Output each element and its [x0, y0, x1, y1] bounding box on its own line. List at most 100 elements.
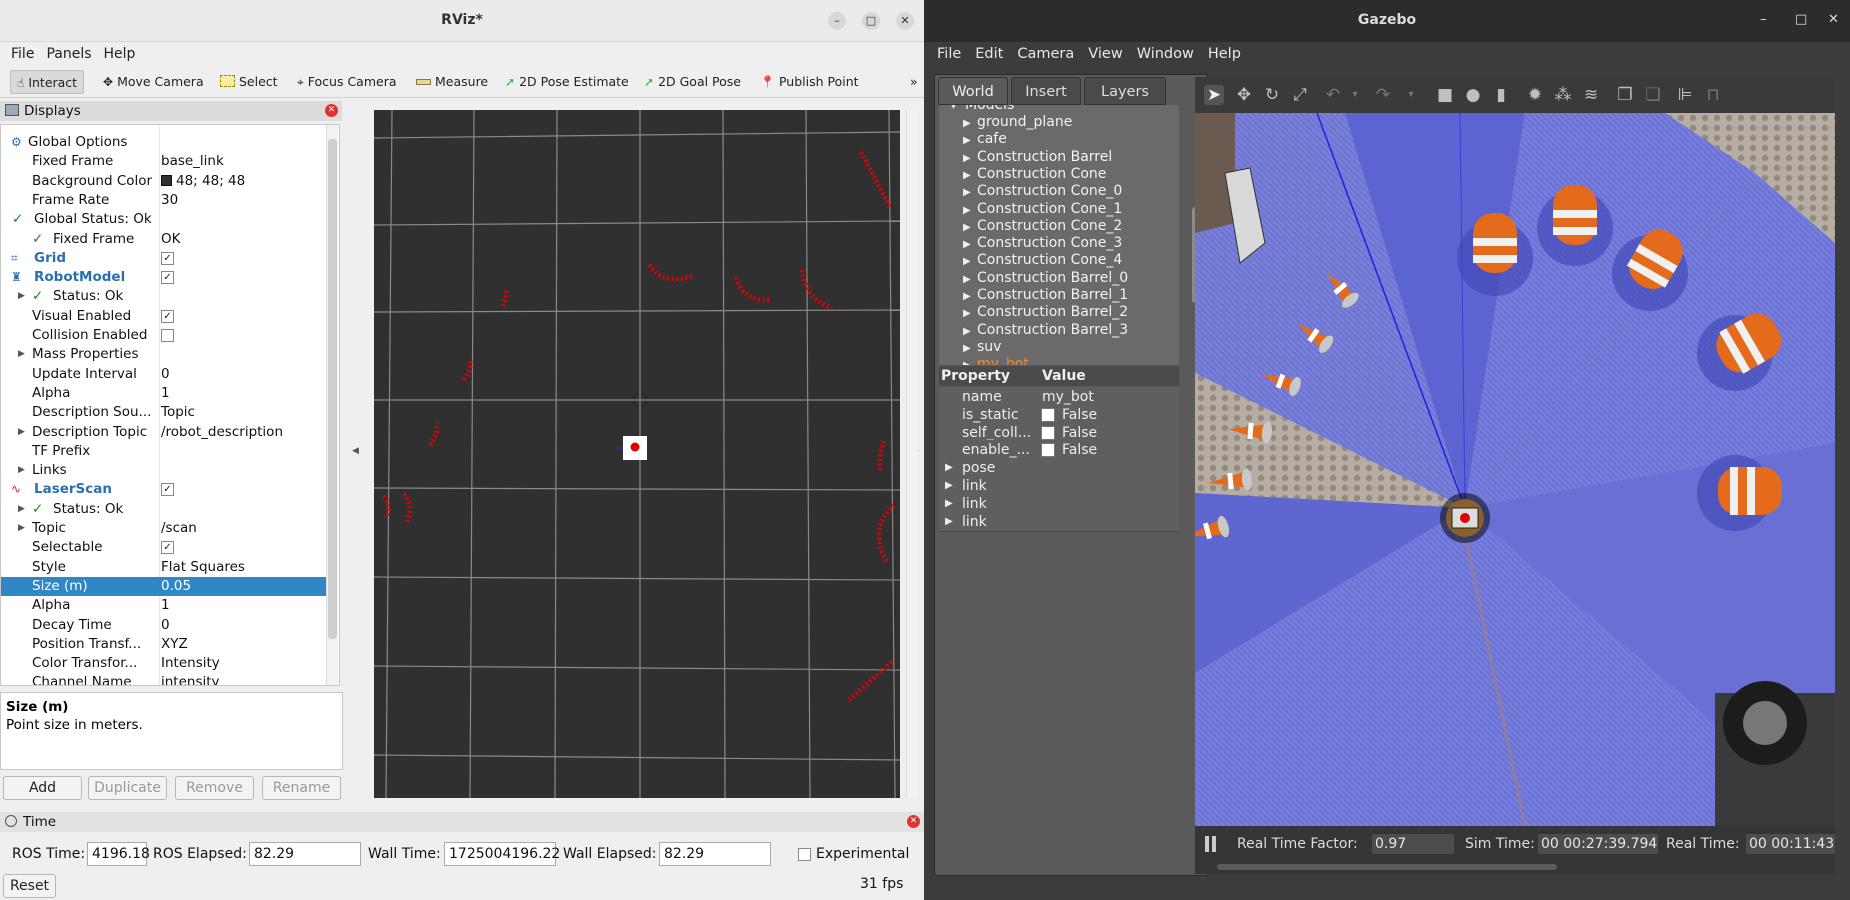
tool-focus-camera[interactable]: ⌖ Focus Camera [297, 70, 397, 94]
display-row[interactable]: Style Flat Squares [1, 558, 329, 577]
checkbox[interactable]: ✓ [161, 251, 174, 265]
translate-icon[interactable]: ✥ [1234, 85, 1254, 105]
ros-time-field[interactable]: 4196.18 [87, 842, 150, 866]
expand-arrow-icon[interactable]: ▶ [963, 115, 977, 132]
display-row-value[interactable]: 1 [161, 385, 170, 401]
expand-arrow-icon[interactable]: ▶ [963, 357, 977, 365]
tree-item[interactable]: ▶ Construction Barrel_2 [963, 304, 1128, 321]
property-checkbox[interactable] [1041, 443, 1055, 458]
expand-arrow-icon[interactable]: ▶ [963, 132, 977, 149]
snap-icon[interactable]: ⊓ [1703, 85, 1723, 105]
checkbox[interactable]: ✓ [161, 271, 174, 285]
property-checkbox[interactable] [1041, 407, 1055, 422]
checkbox[interactable]: ✓ [161, 541, 174, 555]
displays-close-icon[interactable]: ✕ [325, 104, 338, 117]
display-row-value[interactable]: /robot_description [161, 424, 283, 440]
display-row[interactable]: ⚙ Global Options [1, 133, 329, 152]
display-row-value-cell[interactable]: XYZ [161, 635, 188, 654]
remove-button[interactable]: Remove [175, 776, 254, 800]
menu-panels[interactable]: Panels [40, 42, 97, 66]
color-swatch[interactable] [161, 174, 172, 186]
display-row[interactable]: TF Prefix [1, 442, 329, 461]
display-row-value-cell[interactable]: 1 [161, 384, 170, 403]
display-row-value[interactable]: 1 [161, 597, 170, 613]
select-mode-icon[interactable]: ➤ [1204, 85, 1224, 105]
expand-arrow-icon[interactable]: ▶ [963, 253, 977, 270]
display-row-value-cell[interactable]: 0 [161, 365, 170, 384]
toolbar-overflow[interactable]: » [910, 70, 918, 94]
display-row-value[interactable]: Topic [161, 404, 195, 420]
menu-view[interactable]: View [1081, 42, 1129, 66]
tree-item[interactable]: ▶ Construction Cone_4 [963, 252, 1122, 269]
property-row[interactable]: ▶ link [939, 511, 1179, 532]
menu-window[interactable]: Window [1130, 42, 1201, 66]
wall-time-field[interactable]: 1725004196.22 [444, 842, 560, 866]
display-row-value-cell[interactable]: 0 [161, 616, 170, 635]
display-row-value[interactable]: 48; 48; 48 [176, 173, 245, 189]
tool-interact[interactable]: ☝ Interact [10, 70, 85, 94]
expand-arrow-icon[interactable]: ▶ [18, 461, 25, 480]
display-row-value[interactable]: XYZ [161, 636, 188, 652]
tree-item[interactable]: ▶ Construction Cone_1 [963, 201, 1122, 218]
tree-item[interactable]: ▶ Construction Barrel [963, 149, 1112, 166]
expand-arrow-icon[interactable]: ▶ [963, 305, 977, 322]
tab-layers[interactable]: Layers [1084, 77, 1166, 105]
display-row[interactable]: Position Transf... XYZ [1, 635, 329, 654]
tree-item[interactable]: ▶ Construction Cone_3 [963, 235, 1122, 252]
undo-dropdown-icon[interactable]: ▾ [1345, 85, 1365, 105]
expand-arrow-icon[interactable]: ▶ [18, 287, 25, 306]
display-row[interactable]: ∿ LaserScan ✓ [1, 480, 329, 499]
display-row[interactable]: Selectable ✓ [1, 538, 329, 557]
collapse-left-icon[interactable]: ◀ [352, 446, 359, 456]
add-button[interactable]: Add [3, 776, 82, 800]
tool-2d-goal-pose[interactable]: ➚ 2D Goal Pose [644, 70, 741, 94]
checkbox[interactable]: ✓ [161, 483, 174, 497]
display-row[interactable]: ✓ Global Status: Ok [1, 210, 329, 229]
expand-arrow-icon[interactable]: ▶ [963, 288, 977, 305]
display-row-value[interactable]: Flat Squares [161, 559, 245, 575]
copy-icon[interactable]: ❐ [1615, 85, 1635, 105]
tab-insert[interactable]: Insert [1011, 77, 1081, 105]
tool-publish-point[interactable]: 📍 Publish Point [760, 70, 859, 94]
box-shape-icon[interactable]: ■ [1435, 85, 1455, 105]
sphere-shape-icon[interactable]: ● [1463, 85, 1483, 105]
close-button[interactable]: ✕ [896, 12, 914, 30]
property-checkbox[interactable] [1041, 425, 1055, 440]
display-row-value-cell[interactable]: Flat Squares [161, 558, 245, 577]
tree-item[interactable]: ▶ Construction Cone_2 [963, 218, 1122, 235]
display-row-value-cell[interactable]: OK [161, 230, 180, 249]
tree-item[interactable]: ▶ Construction Barrel_3 [963, 322, 1128, 339]
maximize-button[interactable]: □ [1795, 12, 1807, 27]
display-row[interactable]: Color Transfor... Intensity [1, 654, 329, 673]
menu-camera[interactable]: Camera [1010, 42, 1081, 66]
tree-item[interactable]: ▶ Construction Barrel_1 [963, 287, 1128, 304]
gazebo-3d-scene[interactable] [1195, 113, 1835, 826]
close-button[interactable]: ✕ [1828, 12, 1839, 27]
display-row[interactable]: Size (m) 0.05 [1, 576, 329, 596]
expand-arrow-icon[interactable]: ▶ [963, 167, 977, 184]
spot-light-icon[interactable]: ⁂ [1553, 85, 1573, 105]
display-row-value-cell[interactable]: base_link [161, 152, 224, 171]
display-row-value-cell[interactable]: Topic [161, 403, 195, 422]
display-row[interactable]: ✓ Fixed Frame OK [1, 230, 329, 249]
wall-elapsed-field[interactable]: 82.29 [659, 842, 771, 866]
tree-item[interactable]: ▶ Construction Barrel_0 [963, 270, 1128, 287]
display-row[interactable]: ⌗ Grid ✓ [1, 249, 329, 268]
display-row[interactable]: Frame Rate 30 [1, 191, 329, 210]
display-row[interactable]: ▶ Mass Properties [1, 345, 329, 364]
display-row[interactable]: Background Color 48; 48; 48 [1, 172, 329, 191]
menu-help[interactable]: Help [98, 42, 142, 66]
rviz-3d-viewport[interactable] [374, 110, 900, 798]
displays-scrollbar[interactable] [326, 125, 338, 685]
reset-button[interactable]: Reset [3, 874, 56, 898]
expand-arrow-icon[interactable]: ▶ [963, 323, 977, 340]
tree-item[interactable]: ▶ Construction Cone_0 [963, 183, 1122, 200]
tree-models-node[interactable]: ▾ Models [951, 105, 1014, 114]
display-row-value[interactable]: 0 [161, 366, 170, 382]
tool-measure[interactable]: Measure [416, 70, 488, 94]
display-row-value[interactable]: OK [161, 231, 180, 247]
display-row-value-cell[interactable]: 48; 48; 48 [161, 172, 245, 191]
display-row[interactable]: ♜ RobotModel ✓ [1, 268, 329, 287]
scene-render[interactable] [1195, 113, 1835, 826]
point-light-icon[interactable]: ✹ [1525, 85, 1545, 105]
